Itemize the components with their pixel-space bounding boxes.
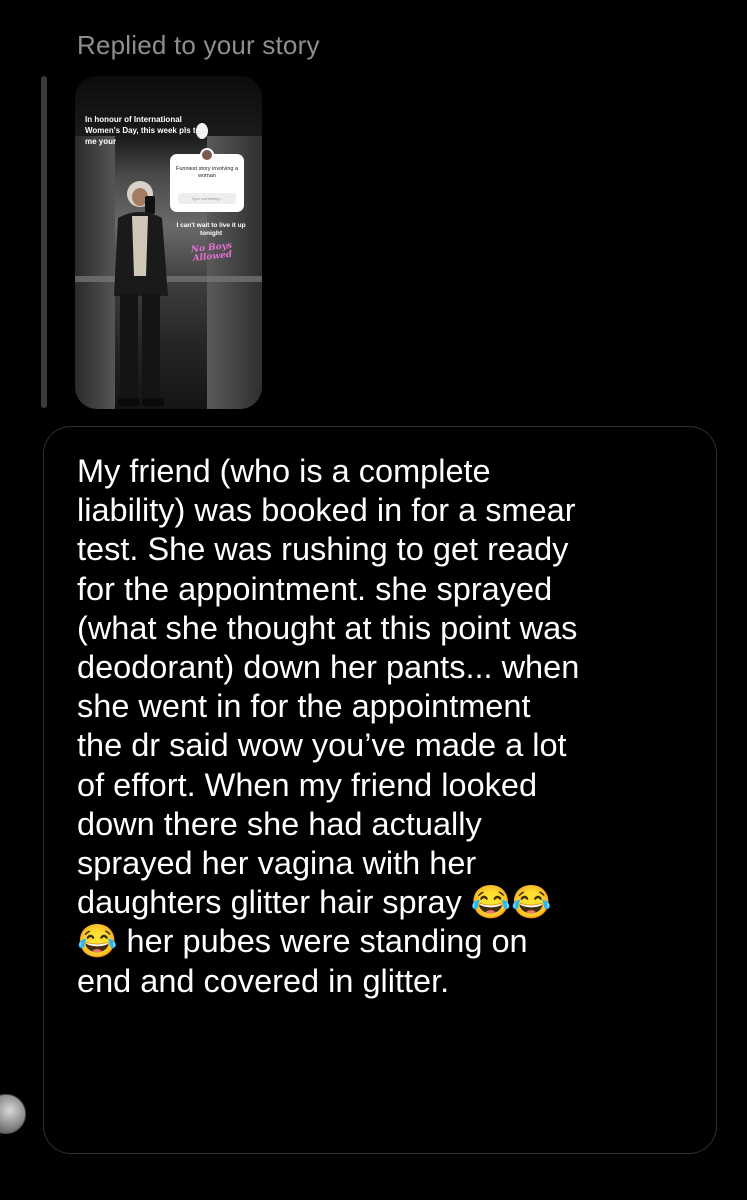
message-bubble[interactable]: My friend (who is a complete liability) … [43,426,717,1154]
question-sticker: Funniest story involving a woman Type so… [170,148,244,212]
question-input: Type something... [178,193,236,204]
reply-quote-bar [41,76,47,408]
story-caption-mid: I can't wait to live it up tonight [176,222,246,237]
question-avatar [200,148,214,162]
message-text: My friend (who is a complete liability) … [77,453,580,999]
person-figure-image [114,181,168,406]
reply-context-label: Replied to your story [77,30,320,60]
question-text: Funniest story involving a woman [175,166,239,179]
moon-sticker-icon [196,123,208,139]
elevator-wall-left [75,136,115,409]
story-thumbnail[interactable]: In honour of International Women's Day, … [75,76,262,409]
sender-avatar[interactable] [0,1094,26,1134]
